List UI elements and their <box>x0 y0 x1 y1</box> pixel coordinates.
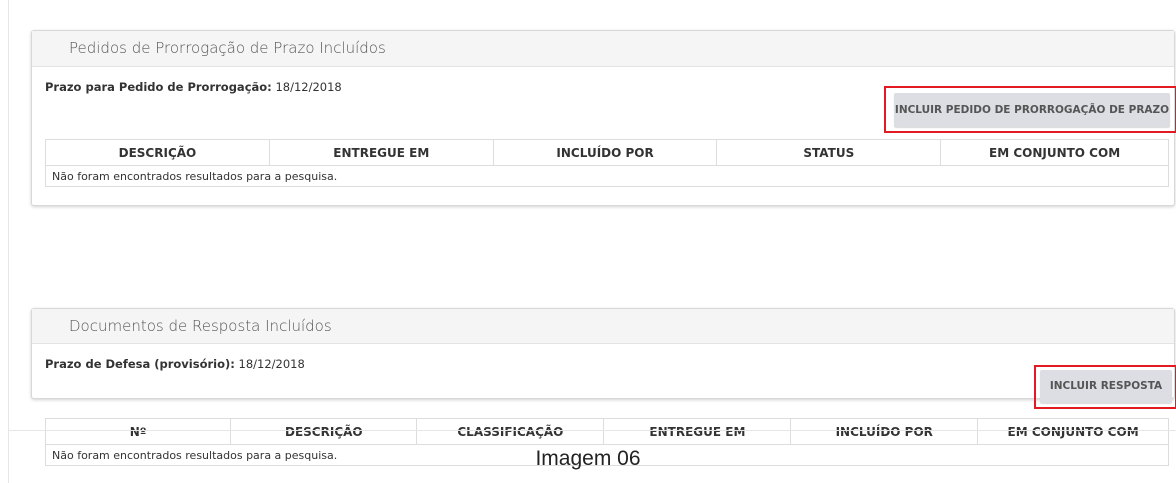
extensions-panel-title: Pedidos de Prorrogação de Prazo Incluído… <box>32 31 1174 67</box>
responses-panel: Documentos de Resposta Incluídos <box>31 308 1175 399</box>
extensions-table: DESCRIÇÃO ENTREGUE EM INCLUÍDO POR STATU… <box>45 139 1169 187</box>
responses-panel-title: Documentos de Resposta Incluídos <box>32 309 1174 344</box>
extension-deadline: Prazo para Pedido de Prorrogação: 18/12/… <box>45 80 342 94</box>
column-header[interactable]: Nº <box>44 418 232 445</box>
left-divider <box>8 0 9 483</box>
defense-deadline: Prazo de Defesa (provisório): 18/12/2018 <box>45 357 305 371</box>
footer-divider <box>8 430 1176 431</box>
column-header[interactable]: ENTREGUE EM <box>268 139 494 166</box>
column-header[interactable]: STATUS <box>716 139 942 166</box>
column-header[interactable]: EM CONJUNTO COM <box>977 418 1169 445</box>
add-response-button[interactable]: INCLUIR RESPOSTA <box>1040 370 1172 403</box>
defense-deadline-value: 18/12/2018 <box>238 357 305 371</box>
defense-deadline-label: Prazo de Defesa (provisório): <box>45 357 235 371</box>
column-header[interactable]: DESCRIÇÃO <box>230 418 418 445</box>
add-extension-request-button[interactable]: INCLUIR PEDIDO DE PRORROGAÇÃO DE PRAZO <box>894 93 1170 127</box>
empty-results-message: Não foram encontrados resultados para a … <box>45 165 1169 187</box>
extension-deadline-label: Prazo para Pedido de Prorrogação: <box>45 80 272 94</box>
column-header[interactable]: DESCRIÇÃO <box>45 139 270 166</box>
column-header[interactable]: EM CONJUNTO COM <box>940 139 1169 166</box>
table-header-row: Nº DESCRIÇÃO CLASSIFICAÇÃO ENTREGUE EM I… <box>44 418 1169 445</box>
extension-deadline-value: 18/12/2018 <box>275 80 342 94</box>
table-row: Não foram encontrados resultados para a … <box>45 165 1169 187</box>
column-header[interactable]: CLASSIFICAÇÃO <box>416 418 605 445</box>
column-header[interactable]: ENTREGUE EM <box>603 418 792 445</box>
table-header-row: DESCRIÇÃO ENTREGUE EM INCLUÍDO POR STATU… <box>45 139 1169 166</box>
image-caption: Imagem 06 <box>535 447 641 470</box>
column-header[interactable]: INCLUÍDO POR <box>790 418 979 445</box>
column-header[interactable]: INCLUÍDO POR <box>492 139 718 166</box>
